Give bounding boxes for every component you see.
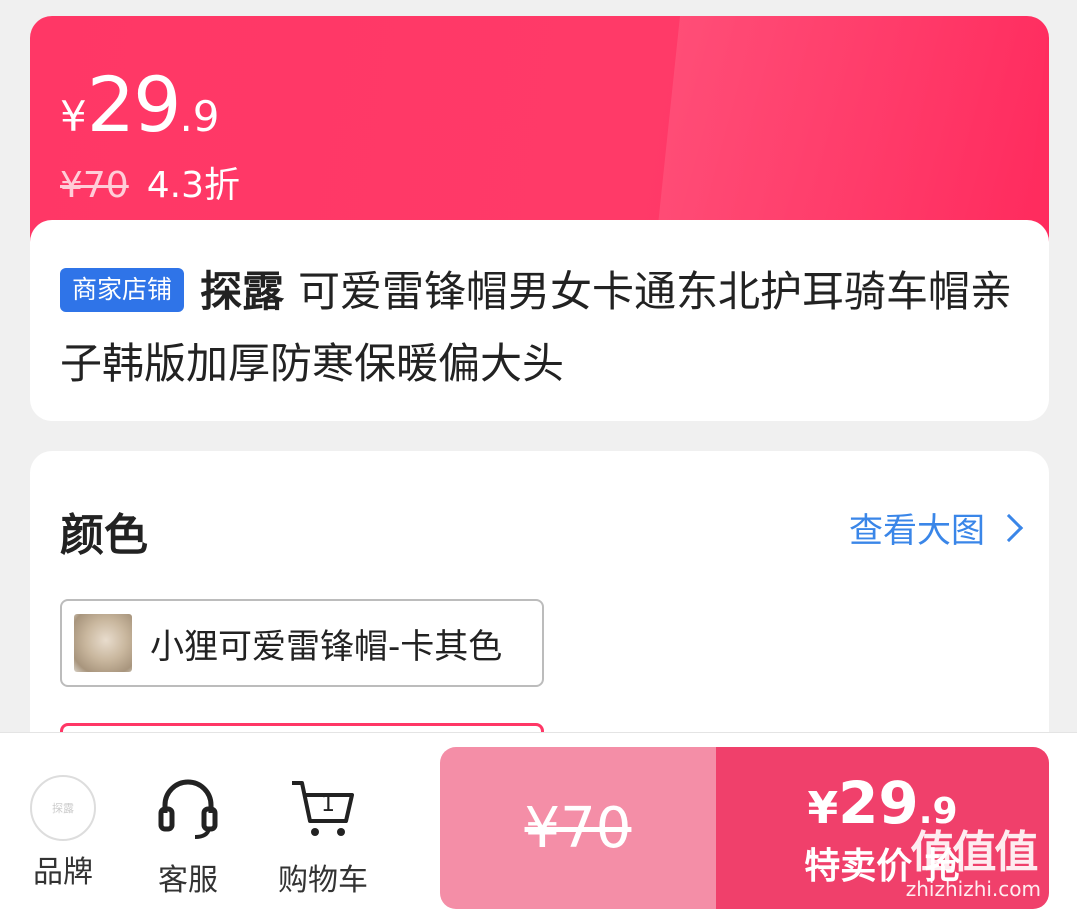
site-watermark: 值值值 zhizhizhi.com — [905, 827, 1041, 902]
original-price: ¥70 — [60, 165, 129, 206]
cart-label: 购物车 — [278, 863, 368, 898]
bottom-action-bar: 探露 品牌 客服 1 购物车 ¥70 ¥29.9 特卖价 抢 值值值 zhizh… — [0, 732, 1077, 914]
product-title: 商家店铺 探露 可爱雷锋帽男女卡通东北护耳骑车帽亲子韩版加厚防寒保暖偏大头 — [60, 256, 1019, 400]
special-integer: 29 — [838, 769, 919, 837]
color-option-label: 小狸可爱雷锋帽-卡其色 — [150, 626, 503, 667]
view-large-image-link[interactable]: 查看大图 — [849, 503, 1024, 552]
special-price-buy-button[interactable]: ¥29.9 特卖价 抢 值值值 zhizhizhi.com — [716, 747, 1049, 909]
brand-nav[interactable]: 探露 品牌 — [28, 775, 98, 891]
product-page: ¥29.9 ¥70 4.3折 商家店铺 探露 可爱雷锋帽男女卡通东北护耳骑车帽亲子韩版… — [0, 0, 1077, 914]
watermark-logo: 值值值 — [910, 827, 1038, 878]
discount-label: 4.3折 — [146, 165, 240, 206]
chevron-right-icon — [994, 513, 1024, 542]
price-decimal: .9 — [179, 92, 220, 141]
original-price-button-label: ¥70 — [524, 795, 632, 861]
brand-name[interactable]: 探露 — [200, 267, 284, 316]
cart-count: 1 — [321, 792, 335, 817]
price-card: ¥29.9 ¥70 4.3折 商家店铺 探露 可爱雷锋帽男女卡通东北护耳骑车帽亲子韩版… — [30, 16, 1049, 421]
color-section-title: 颜色 — [60, 510, 148, 561]
customer-service-label: 客服 — [158, 863, 218, 898]
shopping-cart-icon: 1 — [292, 781, 354, 836]
special-decimal: .9 — [918, 791, 958, 832]
price-currency: ¥ — [60, 92, 87, 141]
shop-badge: 商家店铺 — [60, 268, 185, 312]
price-sub: ¥70 4.3折 — [60, 156, 240, 208]
price-banner: ¥29.9 ¥70 4.3折 — [30, 16, 1049, 242]
brand-nav-label: 品牌 — [33, 855, 93, 890]
view-large-label: 查看大图 — [849, 511, 985, 551]
customer-service-nav[interactable]: 客服 — [150, 775, 226, 899]
original-price-buy-button[interactable]: ¥70 — [440, 747, 716, 909]
current-price: ¥29.9 — [60, 60, 220, 149]
color-option[interactable]: 小狸可爱雷锋帽-卡其色 — [60, 599, 544, 687]
brand-logo-icon: 探露 — [30, 775, 96, 841]
headset-icon — [158, 779, 218, 839]
special-currency: ¥ — [807, 783, 839, 834]
price-integer: 29 — [86, 60, 182, 149]
cart-nav[interactable]: 1 购物车 — [276, 775, 370, 899]
product-thumbnail — [74, 614, 132, 672]
watermark-domain: zhizhizhi.com — [905, 877, 1041, 901]
product-title-box: 商家店铺 探露 可爱雷锋帽男女卡通东北护耳骑车帽亲子韩版加厚防寒保暖偏大头 — [30, 220, 1049, 421]
